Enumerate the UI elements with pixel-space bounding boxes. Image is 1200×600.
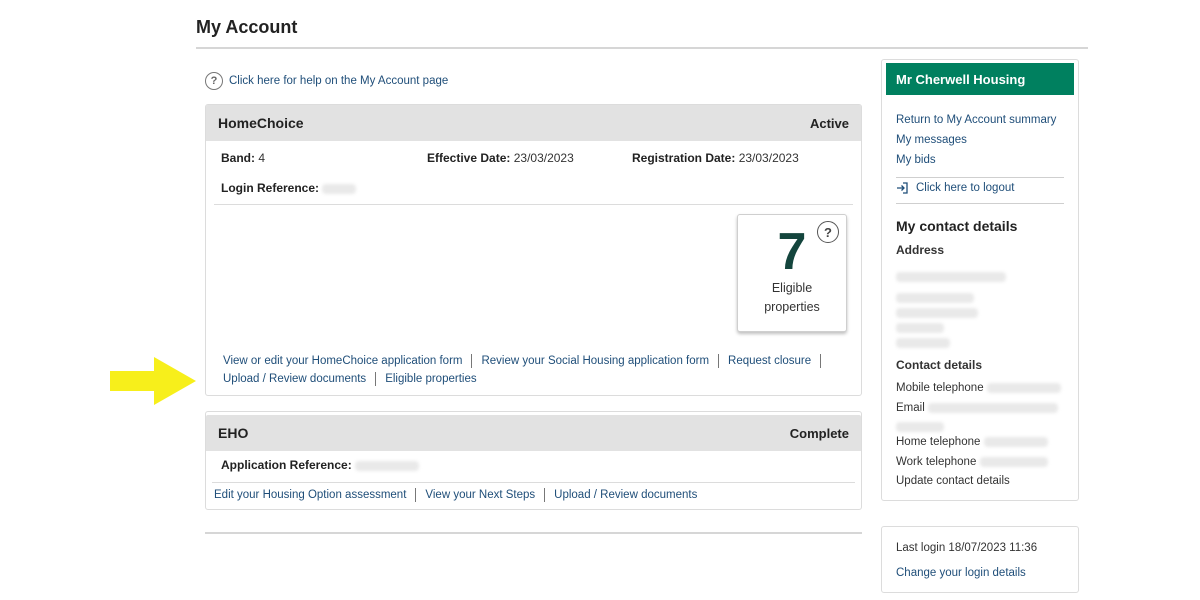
link-separator [718,354,720,368]
effective-date-label: Effective Date: [427,151,511,165]
eho-panel: EHO Complete Application Reference: Edit… [205,411,862,510]
email-redacted-line [896,422,944,432]
address-redacted-line [896,272,1006,282]
eligible-properties-link[interactable]: Eligible properties [385,373,476,385]
address-label: Address [896,243,945,257]
application-reference-label: Application Reference: [221,458,352,472]
home-telephone-label: Home telephone [896,436,981,448]
login-info-panel: Last login 18/07/2023 11:36 Change your … [881,526,1079,593]
eligible-label-line1: Eligible [771,281,813,295]
link-separator [820,354,822,368]
link-separator [544,488,546,502]
home-telephone-row: Home telephone [896,436,1048,448]
edit-housing-option-link[interactable]: Edit your Housing Option assessment [214,489,406,501]
registration-date-label: Registration Date: [632,151,736,165]
contact-details-label: Contact details [896,358,983,372]
help-link-row[interactable]: ? Click here for help on the My Account … [205,72,448,90]
home-telephone-redacted [983,436,1048,447]
sidebar-user-name: Mr Cherwell Housing [886,63,1074,95]
application-reference-field: Application Reference: [221,458,420,472]
mobile-row: Mobile telephone [896,382,1061,394]
homechoice-title: HomeChoice [218,115,304,131]
eho-status: Complete [789,425,849,441]
help-circle-icon[interactable]: ? [817,221,839,243]
eho-links-row: Edit your Housing Option assessment View… [214,488,697,502]
homechoice-header: HomeChoice Active [206,105,861,141]
homechoice-divider [214,204,853,205]
homechoice-status: Active [809,115,849,131]
sidebar-item-messages[interactable]: My messages [896,130,1056,150]
band-label: Band: [221,151,255,165]
effective-date-field: Effective Date: 23/03/2023 [427,151,574,165]
work-telephone-redacted [979,456,1048,467]
address-redacted-line [896,338,950,348]
login-reference-redacted [322,183,357,194]
eligible-label-line2: properties [764,300,820,314]
homechoice-links-row-2: Upload / Review documents Eligible prope… [223,372,477,386]
contact-details-title: My contact details [896,218,1018,234]
homechoice-links-row-1: View or edit your HomeChoice application… [223,354,830,368]
registration-date-field: Registration Date: 23/03/2023 [632,151,799,165]
right-arrow-icon [110,357,196,405]
work-telephone-row: Work telephone [896,456,1048,468]
sidebar-item-account-summary[interactable]: Return to My Account summary [896,110,1056,130]
mobile-label: Mobile telephone [896,382,984,394]
address-redacted-line [896,323,944,333]
application-reference-redacted [355,460,420,471]
logout-link[interactable]: Click here to logout [916,182,1014,194]
band-value: 4 [258,151,266,165]
account-sidebar: Mr Cherwell Housing Return to My Account… [881,59,1079,501]
email-redacted [927,402,1058,413]
sidebar-item-bids[interactable]: My bids [896,150,1056,170]
upload-documents-link[interactable]: Upload / Review documents [223,373,366,385]
mobile-redacted [986,382,1061,393]
eho-upload-documents-link[interactable]: Upload / Review documents [554,489,697,501]
effective-date-value: 23/03/2023 [513,151,574,165]
work-telephone-label: Work telephone [896,456,977,468]
link-separator [375,372,377,386]
address-redacted-line [896,308,978,318]
page-title: My Account [196,17,298,37]
request-closure-link[interactable]: Request closure [728,355,811,367]
address-redacted-line [896,293,974,303]
email-row: Email [896,402,1058,414]
sidebar-divider [896,203,1064,204]
eligible-properties-tile[interactable]: ? 7 Eligible properties [737,214,847,332]
change-login-details-link[interactable]: Change your login details [896,567,1026,579]
view-next-steps-link[interactable]: View your Next Steps [425,489,535,501]
content-bottom-divider [205,532,862,534]
update-contact-details-link[interactable]: Update contact details [896,475,1010,487]
title-divider [196,47,1088,49]
eho-header: EHO Complete [206,415,861,451]
band-field: Band: 4 [221,151,265,165]
sidebar-nav: Return to My Account summary My messages… [896,110,1056,170]
review-social-housing-link[interactable]: Review your Social Housing application f… [481,355,709,367]
email-label: Email [896,402,925,414]
sidebar-divider [896,177,1064,178]
homechoice-panel: HomeChoice Active Band: 4 Effective Date… [205,104,862,396]
login-reference-label: Login Reference: [221,181,320,195]
eho-title: EHO [218,425,249,441]
logout-link-row[interactable]: Click here to logout [896,182,1014,194]
help-link[interactable]: Click here for help on the My Account pa… [229,75,448,87]
last-login-text: Last login 18/07/2023 11:36 [896,542,1038,554]
edit-application-link[interactable]: View or edit your HomeChoice application… [223,355,462,367]
login-reference-field: Login Reference: [221,181,357,195]
help-circle-icon: ? [205,72,223,90]
link-separator [471,354,473,368]
eho-divider [212,482,855,483]
link-separator [415,488,417,502]
registration-date-value: 23/03/2023 [738,151,799,165]
logout-icon [897,182,908,194]
